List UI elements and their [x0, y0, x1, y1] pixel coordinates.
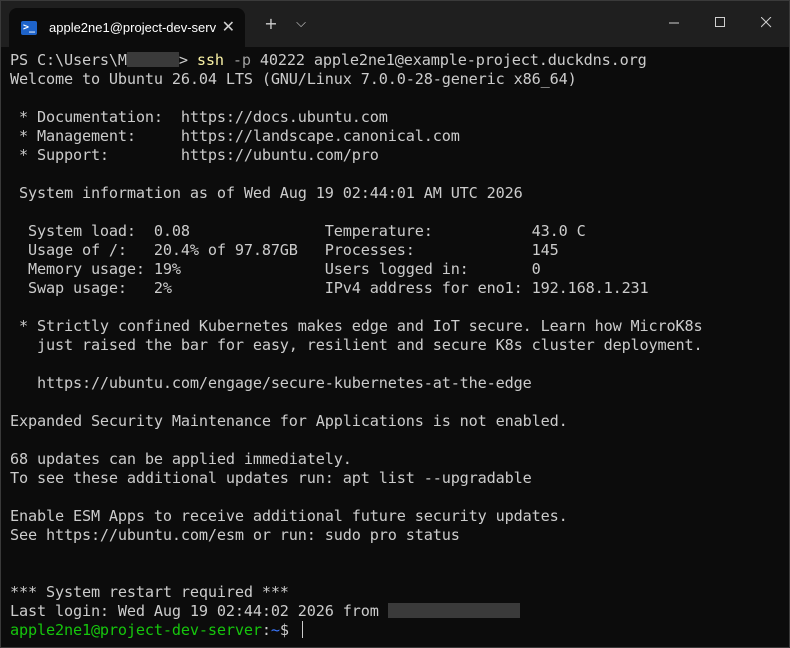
- new-tab-button[interactable]: +: [259, 13, 283, 35]
- cmd-target: apple2ne1@example-project.duckdns.org: [304, 51, 647, 69]
- cmd-flag: -p: [223, 51, 260, 69]
- terminal-window: >_ apple2ne1@project-dev-serve ✕ + ⌵ PS …: [0, 0, 790, 648]
- output-line: just raised the bar for easy, resilient …: [10, 336, 703, 354]
- output-line: *** System restart required ***: [10, 583, 289, 601]
- redacted-username: [126, 52, 179, 67]
- output-line: Usage of /: 20.4% of 97.87GB Processes: …: [10, 241, 559, 259]
- prompt-user: apple2ne1@project-dev-server: [10, 621, 262, 639]
- minimize-button[interactable]: [651, 1, 697, 43]
- prompt-symbol: $: [279, 621, 298, 639]
- prompt-sep: :: [261, 621, 271, 639]
- tab-title: apple2ne1@project-dev-serve: [49, 20, 216, 35]
- close-window-button[interactable]: [743, 1, 789, 43]
- output-line: * Documentation: https://docs.ubuntu.com: [10, 108, 388, 126]
- output-lines: Welcome to Ubuntu 26.04 LTS (GNU/Linux 7…: [10, 70, 789, 602]
- powershell-icon: >_: [21, 20, 37, 35]
- output-line: To see these additional updates run: apt…: [10, 469, 532, 487]
- output-line: * Support: https://ubuntu.com/pro: [10, 146, 379, 164]
- output-line: System load: 0.08 Temperature: 43.0 C: [10, 222, 586, 240]
- text-cursor: [301, 621, 303, 638]
- output-line: Expanded Security Maintenance for Applic…: [10, 412, 568, 430]
- output-line: Enable ESM Apps to receive additional fu…: [10, 507, 568, 525]
- title-bar: >_ apple2ne1@project-dev-serve ✕ + ⌵: [1, 1, 789, 47]
- maximize-icon: [714, 16, 725, 27]
- output-line: 68 updates can be applied immediately.: [10, 450, 352, 468]
- output-line: See https://ubuntu.com/esm or run: sudo …: [10, 526, 460, 544]
- output-line: * Management: https://landscape.canonica…: [10, 127, 460, 145]
- shell-prompt: apple2ne1@project-dev-server:~$: [10, 621, 789, 640]
- output-line: Welcome to Ubuntu 26.04 LTS (GNU/Linux 7…: [10, 70, 577, 88]
- ps-prompt-suffix: >: [178, 51, 197, 69]
- close-icon: [760, 16, 771, 27]
- cmd-ssh: ssh: [196, 51, 224, 69]
- output-line: Swap usage: 2% IPv4 address for eno1: 19…: [10, 279, 649, 297]
- command-line: PS C:\Users\M > ssh -p 40222 apple2ne1@ex…: [10, 51, 789, 70]
- close-tab-icon[interactable]: ✕: [222, 19, 235, 36]
- redacted-ip: [387, 603, 520, 618]
- cmd-port: 40222: [259, 51, 305, 69]
- prompt-path: ~: [270, 621, 280, 639]
- output-line: Memory usage: 19% Users logged in: 0: [10, 260, 541, 278]
- output-line: * Strictly confined Kubernetes makes edg…: [10, 317, 703, 335]
- last-login-text: Last login: Wed Aug 19 02:44:02 2026 fro…: [10, 602, 388, 620]
- tab-active[interactable]: >_ apple2ne1@project-dev-serve ✕: [9, 8, 245, 47]
- output-line: System information as of Wed Aug 19 02:4…: [10, 184, 523, 202]
- dropdown-icon[interactable]: ⌵: [289, 13, 313, 35]
- output-line: https://ubuntu.com/engage/secure-kuberne…: [10, 374, 532, 392]
- terminal-output[interactable]: PS C:\Users\M > ssh -p 40222 apple2ne1@ex…: [1, 47, 789, 647]
- ps-prompt-prefix: PS C:\Users\M: [10, 51, 127, 69]
- last-login-line: Last login: Wed Aug 19 02:44:02 2026 fro…: [10, 602, 789, 621]
- minimize-icon: [668, 22, 679, 23]
- maximize-button[interactable]: [697, 1, 743, 43]
